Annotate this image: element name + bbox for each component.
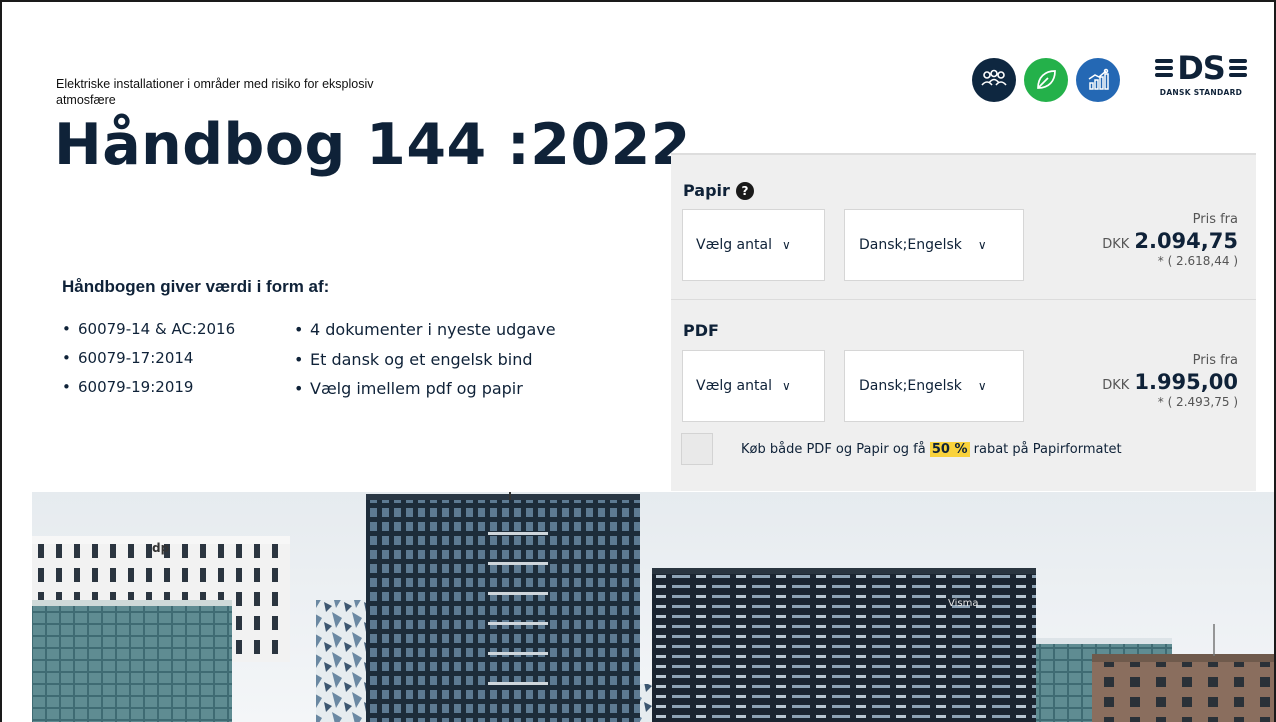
bundle-offer-text: Køb både PDF og Papir og få 50 % rabat p… (741, 442, 1122, 457)
logo-subtext: DANSK STANDARD (1159, 88, 1243, 97)
chevron-down-icon: ∨ (781, 379, 791, 393)
building-sign: Visma (948, 598, 978, 609)
price-main: DKK 2.094,75 (1102, 229, 1238, 253)
chevron-down-icon: ∨ (977, 379, 987, 393)
paper-quantity-select[interactable]: Vælg antal ∨ (682, 209, 825, 281)
bundle-checkbox[interactable] (681, 433, 713, 465)
price-currency: DKK (1102, 378, 1130, 393)
paper-section-label: Papir ? (683, 181, 754, 200)
list-item: 60079-19:2019 (62, 378, 235, 407)
price-from-label: Pris fra (1192, 353, 1238, 368)
paper-price: Pris fra DKK 2.094,75 * ( 2.618,44 ) (1102, 212, 1238, 268)
logo-mark: DS (1150, 48, 1252, 88)
chevron-down-icon: ∨ (977, 238, 987, 252)
benefits-list: 4 dokumenter i nyeste udgave Et dansk og… (294, 320, 556, 409)
list-item: Et dansk og et engelsk bind (294, 350, 556, 380)
people-icon (972, 58, 1016, 102)
logo-wave-right (1228, 59, 1247, 77)
help-icon[interactable]: ? (735, 181, 754, 200)
standards-list: 60079-14 & AC:2016 60079-17:2014 60079-1… (62, 320, 235, 407)
bundle-text-before: Køb både PDF og Papir og få (741, 442, 930, 457)
growth-chart-icon (1076, 58, 1120, 102)
pdf-language-select[interactable]: Dansk;Engelsk ∨ (844, 350, 1024, 422)
price-incl-vat: * ( 2.618,44 ) (1157, 254, 1238, 268)
skyline-illustration: dp Visma (32, 492, 1274, 722)
pdf-quantity-label: Vælg antal (696, 378, 772, 394)
pdf-price: Pris fra DKK 1.995,00 * ( 2.493,75 ) (1102, 353, 1238, 409)
pdf-language-label: Dansk;Engelsk (859, 378, 962, 394)
logo-text: DS (1177, 49, 1226, 87)
price-from-label: Pris fra (1192, 212, 1238, 227)
logo-wave-left (1155, 59, 1174, 77)
purchase-panel: Papir ? Vælg antal ∨ Dansk;Engelsk ∨ Pri… (671, 153, 1256, 491)
price-incl-vat: * ( 2.493,75 ) (1157, 395, 1238, 409)
price-value: 1.995,00 (1134, 370, 1238, 394)
pdf-label: PDF (683, 321, 719, 340)
list-item: 4 dokumenter i nyeste udgave (294, 320, 556, 350)
value-heading: Håndbogen giver værdi i form af: (62, 277, 330, 296)
chevron-down-icon: ∨ (781, 238, 791, 252)
paper-language-label: Dansk;Engelsk (859, 237, 962, 253)
leaf-icon (1024, 58, 1068, 102)
pdf-section-label: PDF (683, 321, 719, 340)
paper-quantity-label: Vælg antal (696, 237, 772, 253)
price-main: DKK 1.995,00 (1102, 370, 1238, 394)
theme-icons (972, 58, 1120, 102)
list-item: Vælg imellem pdf og papir (294, 379, 556, 409)
price-value: 2.094,75 (1134, 229, 1238, 253)
slide: Elektriske installationer i områder med … (0, 0, 1276, 722)
price-currency: DKK (1102, 237, 1130, 252)
paper-label: Papir (683, 181, 730, 200)
discount-highlight: 50 % (929, 442, 970, 457)
bundle-text-after: rabat på Papirformatet (969, 442, 1122, 457)
pdf-quantity-select[interactable]: Vælg antal ∨ (682, 350, 825, 422)
section-divider (671, 299, 1256, 300)
list-item: 60079-17:2014 (62, 349, 235, 378)
slide-subtitle: Elektriske installationer i områder med … (56, 77, 374, 107)
list-item: 60079-14 & AC:2016 (62, 320, 235, 349)
building-sign: dp (152, 541, 170, 555)
dansk-standard-logo: DS DANSK STANDARD (1150, 48, 1252, 106)
city-skyline-photo: dp Visma (32, 492, 1274, 722)
page-title: Håndbog 144 :2022 (54, 112, 691, 178)
paper-language-select[interactable]: Dansk;Engelsk ∨ (844, 209, 1024, 281)
